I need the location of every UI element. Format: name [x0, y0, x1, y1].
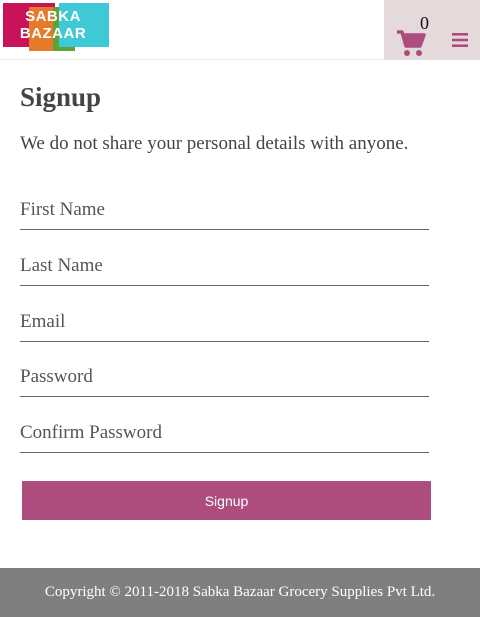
logo-text: SABKA BAZAAR [3, 8, 103, 42]
first-name-input[interactable] [20, 190, 429, 229]
hamburger-menu-button[interactable] [452, 32, 468, 48]
page-subtitle: We do not share your personal details wi… [20, 133, 409, 154]
confirm-password-field [20, 413, 429, 453]
site-footer: Copyright © 2011-2018 Sabka Bazaar Groce… [0, 568, 480, 617]
first-name-field [20, 190, 429, 230]
site-header: SABKA BAZAAR 0 [0, 0, 480, 60]
logo-line-2: BAZAAR [19, 25, 87, 42]
logo[interactable]: SABKA BAZAAR [3, 3, 109, 51]
hamburger-menu-icon [452, 33, 468, 47]
copyright-text: Copyright © 2011-2018 Sabka Bazaar Groce… [44, 584, 436, 600]
signup-button[interactable]: Signup [22, 481, 431, 520]
logo-line-1: SABKA [25, 8, 81, 25]
last-name-field [20, 246, 429, 286]
password-field [20, 357, 429, 397]
email-input[interactable] [20, 302, 429, 341]
cart-count: 0 [420, 13, 429, 33]
page-title: Signup [20, 82, 102, 112]
email-field [20, 302, 429, 342]
password-input[interactable] [20, 357, 429, 396]
confirm-password-input[interactable] [20, 413, 429, 452]
cart-area: 0 [384, 0, 480, 60]
last-name-input[interactable] [20, 246, 429, 285]
